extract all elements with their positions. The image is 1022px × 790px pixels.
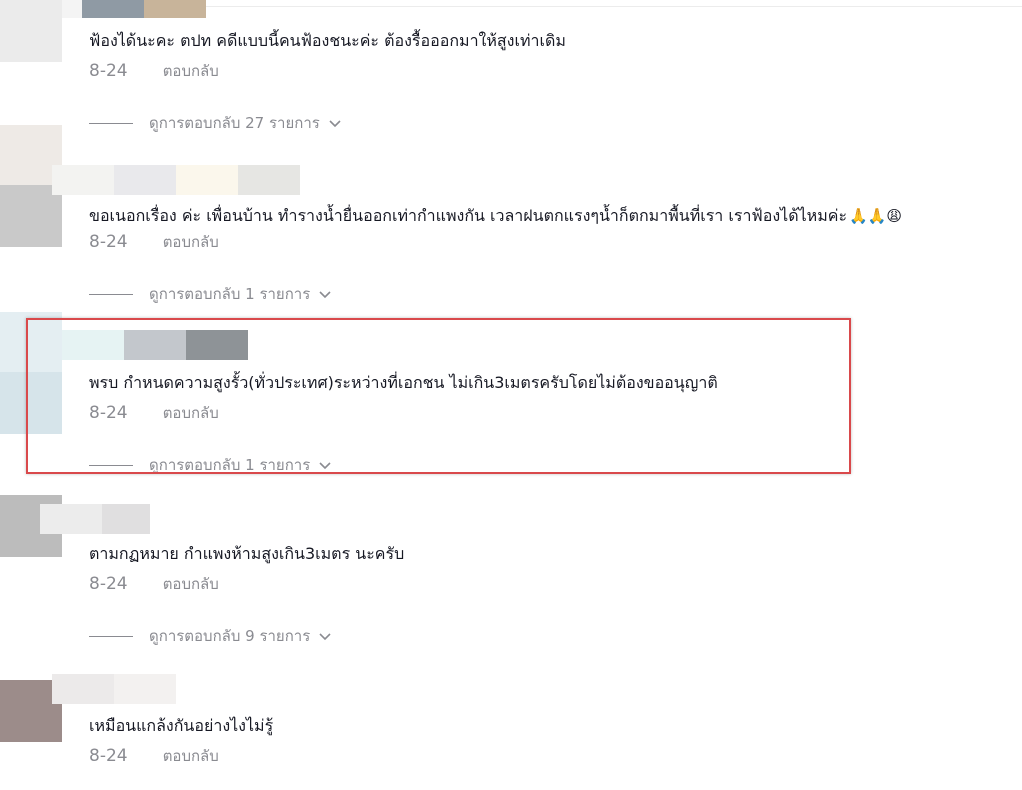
view-replies-button[interactable]: ดูการตอบกลับ 27 รายการ — [89, 112, 342, 134]
avatar[interactable] — [0, 0, 62, 62]
comment-meta: 8-24 ตอบกลับ — [89, 231, 219, 253]
chevron-down-icon — [319, 633, 331, 641]
comment-date: 8-24 — [89, 746, 128, 766]
chevron-down-icon — [319, 291, 331, 299]
divider — [89, 293, 133, 295]
comment-date: 8-24 — [89, 574, 128, 594]
comment-text: พรบ กำหนดความสูงรั้ว(ทั่วประเทศ)ระหว่างท… — [89, 373, 718, 392]
username-blurred — [52, 674, 176, 704]
comment-meta: 8-24 ตอบกลับ — [89, 745, 219, 767]
avatar[interactable] — [0, 312, 62, 434]
view-replies-label: ดูการตอบกลับ 9 รายการ — [149, 627, 311, 645]
emoji-group: 🙏🙏😩 — [849, 207, 903, 225]
username-blurred — [62, 330, 248, 360]
view-replies-button[interactable]: ดูการตอบกลับ 9 รายการ — [89, 625, 332, 647]
comment-text: ตามกฏหมาย กำแพงห้ามสูงเกิน3เมตร นะครับ — [89, 544, 405, 563]
reply-button[interactable]: ตอบกลับ — [163, 745, 219, 767]
comments-panel: ฟ้องได้นะคะ ตปท คดีแบบนี้คนฟ้องชนะค่ะ ต้… — [0, 0, 1022, 790]
comment-text: ฟ้องได้นะคะ ตปท คดีแบบนี้คนฟ้องชนะค่ะ ต้… — [89, 31, 566, 50]
view-replies-button[interactable]: ดูการตอบกลับ 1 รายการ — [89, 454, 332, 476]
divider — [89, 464, 133, 466]
view-replies-label: ดูการตอบกลับ 1 รายการ — [149, 456, 311, 474]
comment-date: 8-24 — [89, 61, 128, 81]
divider — [89, 122, 133, 124]
username-blurred — [52, 165, 300, 195]
view-replies-label: ดูการตอบกลับ 27 รายการ — [149, 114, 320, 132]
comment-text: ขอเนอกเรื่อง ค่ะ เพื่อนบ้าน ทำรางน้ำยื่น… — [89, 206, 903, 225]
view-replies-button[interactable]: ดูการตอบกลับ 1 รายการ — [89, 283, 332, 305]
reply-button[interactable]: ตอบกลับ — [163, 231, 219, 253]
divider — [88, 6, 1022, 7]
reply-button[interactable]: ตอบกลับ — [163, 402, 219, 424]
comment-date: 8-24 — [89, 403, 128, 423]
comment-text: เหมือนแกล้งกันอย่างไงไม่รู้ — [89, 716, 274, 735]
comment-meta: 8-24 ตอบกลับ — [89, 60, 219, 82]
divider — [89, 635, 133, 637]
chevron-down-icon — [319, 462, 331, 470]
username-blurred — [40, 504, 150, 534]
reply-button[interactable]: ตอบกลับ — [163, 60, 219, 82]
comment-date: 8-24 — [89, 232, 128, 252]
chevron-down-icon — [329, 120, 341, 128]
comment-meta: 8-24 ตอบกลับ — [89, 573, 219, 595]
comment-meta: 8-24 ตอบกลับ — [89, 402, 219, 424]
view-replies-label: ดูการตอบกลับ 1 รายการ — [149, 285, 311, 303]
reply-button[interactable]: ตอบกลับ — [163, 573, 219, 595]
